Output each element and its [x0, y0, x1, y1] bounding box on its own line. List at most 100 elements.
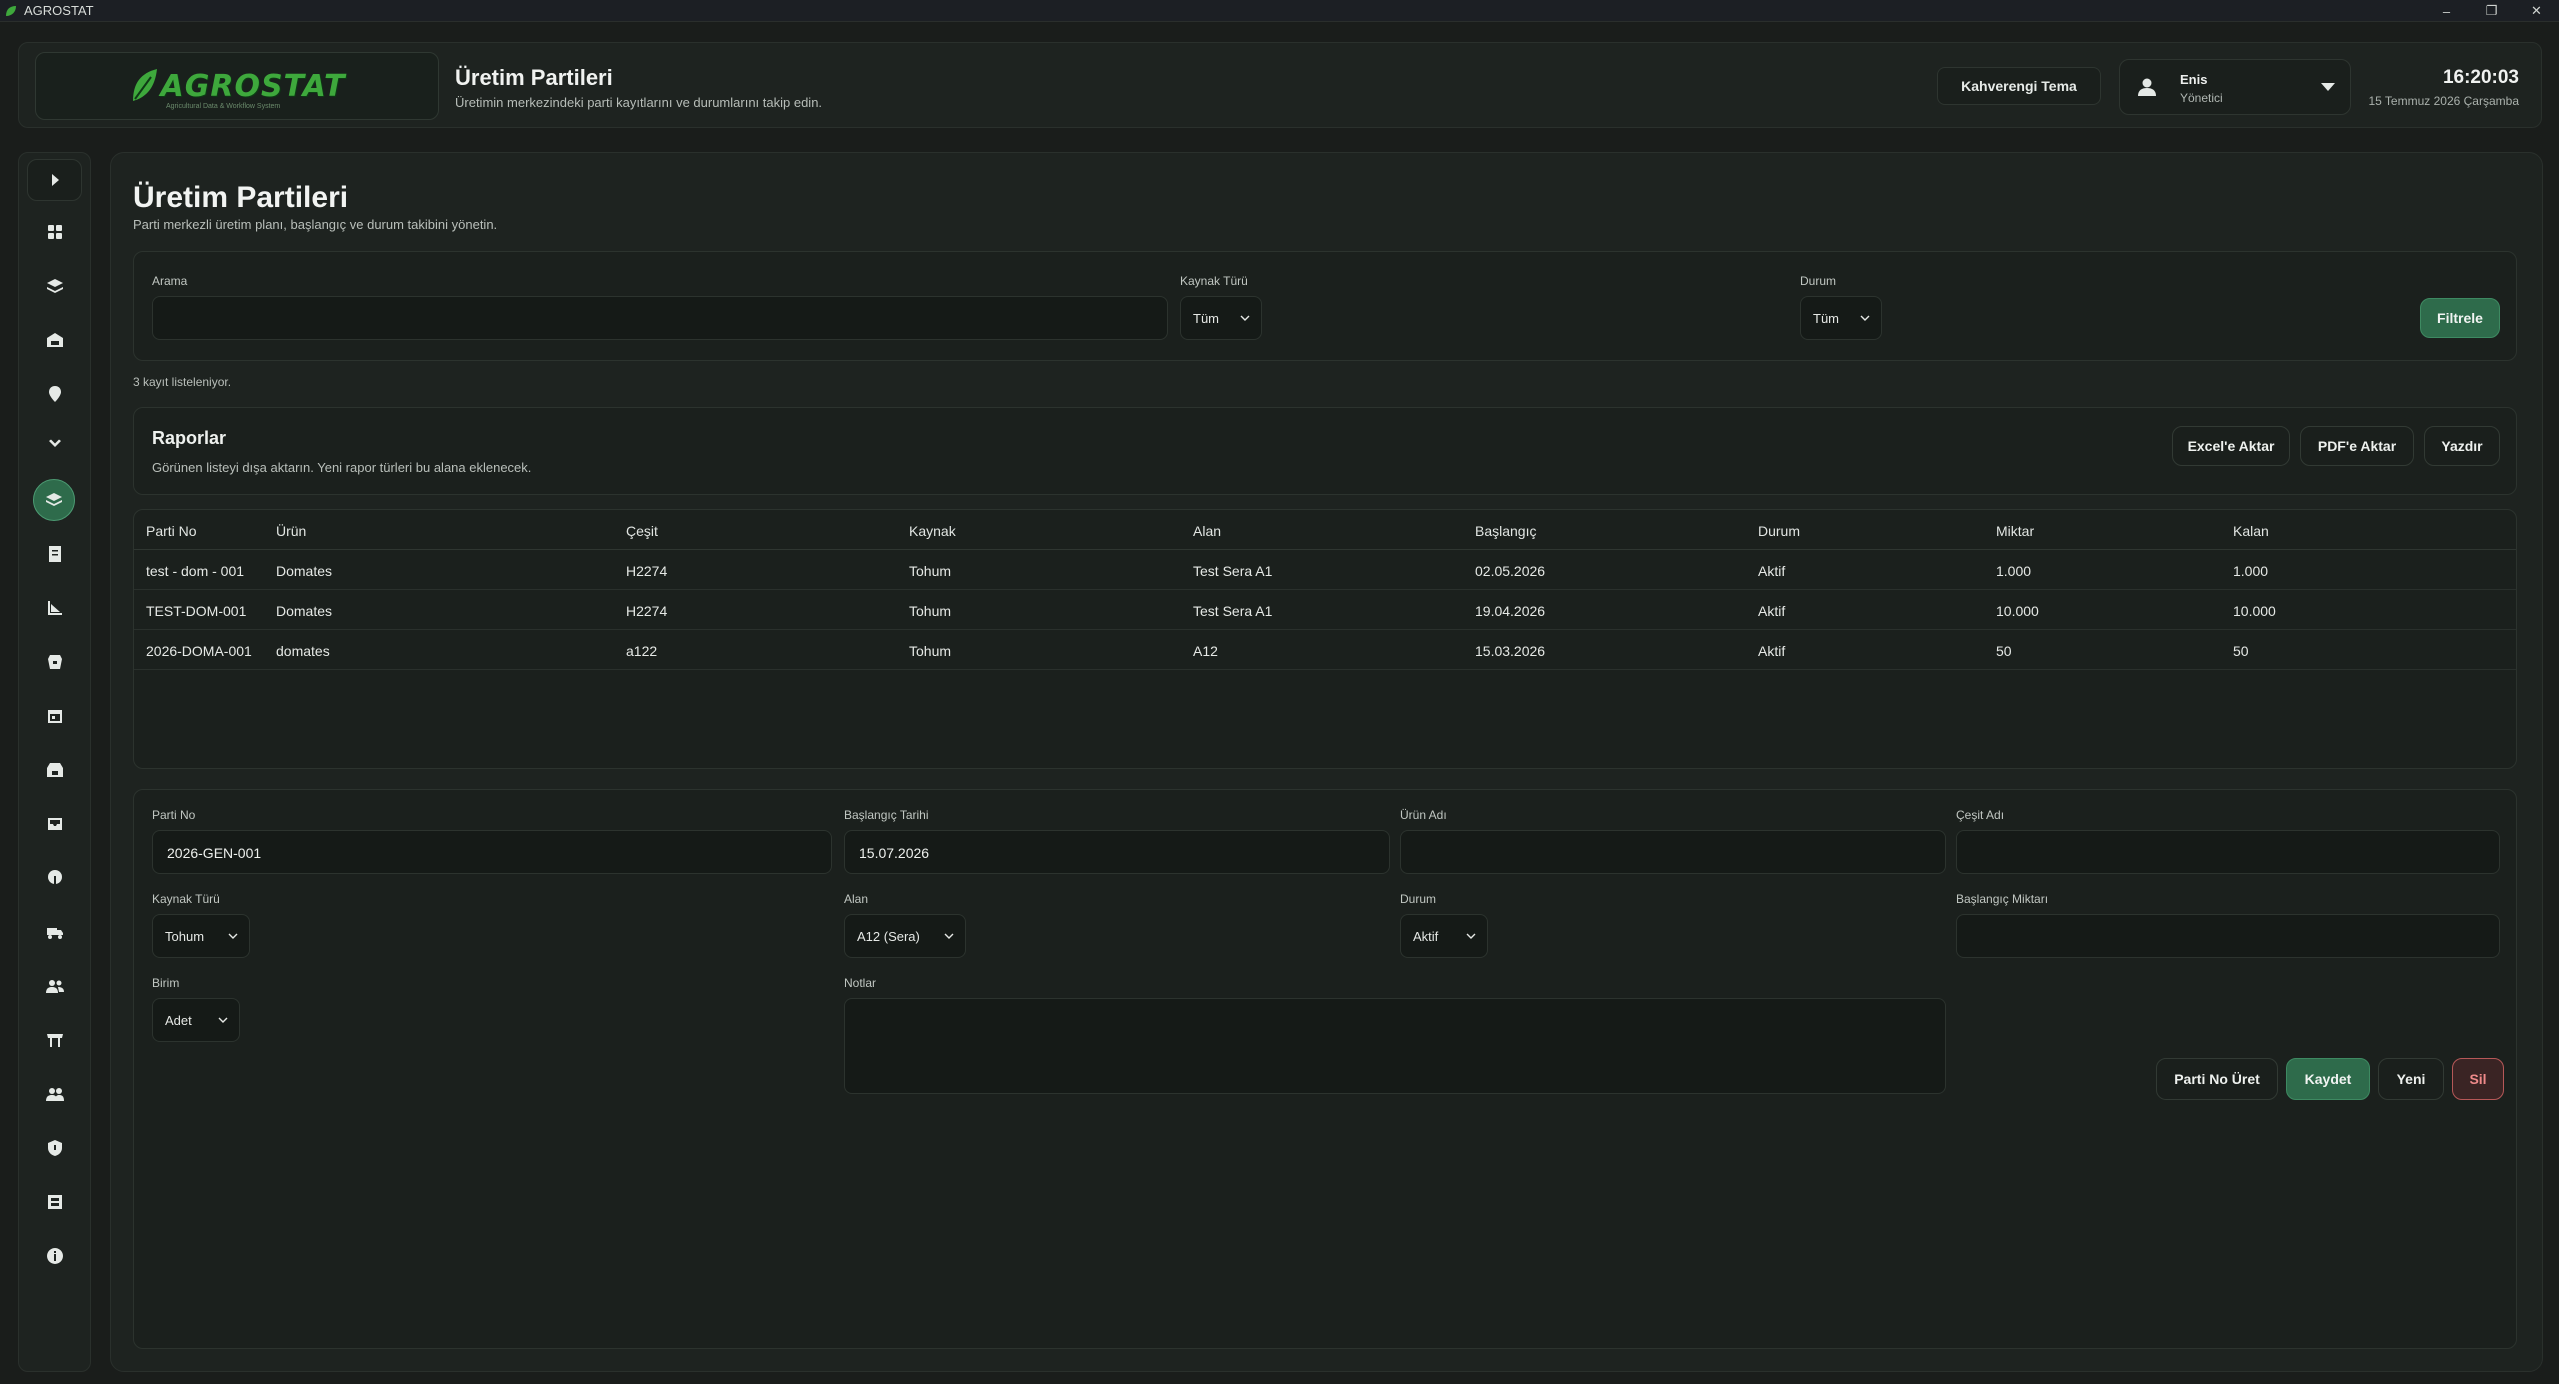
theme-toggle-button[interactable]: Kahverengi Tema — [1937, 67, 2101, 105]
sidebar-item-vehicle[interactable] — [27, 911, 82, 953]
form-status-select[interactable]: Aktif — [1400, 914, 1488, 958]
delete-button[interactable]: Sil — [2452, 1058, 2504, 1100]
page-title: Üretim Partileri — [455, 65, 613, 90]
info-icon — [46, 1248, 63, 1264]
column-header[interactable]: Çeşit — [626, 523, 658, 539]
column-header[interactable]: Başlangıç — [1475, 523, 1536, 539]
warehouse-icon — [46, 333, 63, 347]
close-button[interactable]: ✕ — [2514, 0, 2559, 22]
search-input[interactable] — [152, 296, 1168, 340]
main-panel: Üretim Partileri Parti merkezli üretim p… — [110, 152, 2543, 1372]
table-row[interactable]: test - dom - 001 Domates H2274 Tohum Tes… — [134, 550, 2516, 590]
table-row[interactable]: TEST-DOM-001 Domates H2274 Tohum Test Se… — [134, 590, 2516, 630]
sidebar-item-documents[interactable] — [27, 533, 82, 575]
column-header[interactable]: Ürün — [276, 523, 306, 539]
column-header[interactable]: Alan — [1193, 523, 1221, 539]
sidebar — [18, 152, 91, 1372]
sidebar-item-people[interactable] — [27, 965, 82, 1007]
area-label: Alan — [844, 892, 869, 906]
cell-product: domates — [276, 643, 330, 659]
reports-card: Raporlar Görünen listeyi dışa aktarın. Y… — [133, 407, 2517, 495]
generate-batch-no-button[interactable]: Parti No Üret — [2156, 1058, 2278, 1100]
sidebar-item-location[interactable] — [27, 373, 82, 415]
table-row[interactable]: 2026-DOMA-001 domates a122 Tohum A12 15.… — [134, 630, 2516, 670]
cell-product: Domates — [276, 603, 333, 619]
user-menu[interactable]: Enis Yönetici — [2119, 59, 2351, 115]
start-date-input[interactable]: 15.07.2026 — [844, 830, 1390, 874]
chevron-down-icon — [48, 439, 61, 447]
sidebar-item-expand[interactable] — [27, 423, 82, 465]
variety-name-input[interactable] — [1956, 830, 2500, 874]
sidebar-item-dashboard[interactable] — [27, 211, 82, 253]
batch-no-input[interactable]: 2026-GEN-001 — [152, 830, 832, 874]
clock-date: 15 Temmuz 2026 Çarşamba — [2368, 94, 2519, 108]
source-type-label: Kaynak Türü — [1180, 274, 1248, 288]
sidebar-item-layers[interactable] — [27, 265, 82, 307]
cell-variety: H2274 — [626, 603, 668, 619]
sidebar-item-archive[interactable] — [27, 1181, 82, 1223]
cell-batch-no: test - dom - 001 — [146, 563, 245, 579]
batch-no-label: Parti No — [152, 808, 196, 822]
sidebar-item-plant[interactable] — [27, 857, 82, 899]
cell-area: Test Sera A1 — [1193, 603, 1273, 619]
source-type-select[interactable]: Tüm — [1180, 296, 1262, 340]
cell-start-date: 02.05.2026 — [1475, 563, 1546, 579]
new-button[interactable]: Yeni — [2378, 1058, 2444, 1100]
sidebar-item-calendar[interactable] — [27, 695, 82, 737]
area-select[interactable]: A12 (Sera) — [844, 914, 966, 958]
cell-product: Domates — [276, 563, 333, 579]
product-name-input[interactable] — [1400, 830, 1946, 874]
cell-area: Test Sera A1 — [1193, 563, 1273, 579]
sidebar-toggle[interactable] — [27, 159, 82, 201]
batches-table: Parti No Ürün Çeşit Kaynak Alan Başlangı… — [133, 509, 2517, 769]
column-header[interactable]: Parti No — [146, 523, 197, 539]
filter-button[interactable]: Filtrele — [2420, 298, 2500, 338]
column-header[interactable]: Durum — [1758, 523, 1800, 539]
form-source-type-select[interactable]: Tohum — [152, 914, 250, 958]
column-header[interactable]: Kaynak — [909, 523, 956, 539]
export-excel-button[interactable]: Excel'e Aktar — [2172, 426, 2290, 466]
sidebar-item-charts[interactable] — [27, 587, 82, 629]
cell-remaining: 1.000 — [2233, 563, 2269, 579]
export-pdf-button[interactable]: PDF'e Aktar — [2300, 426, 2414, 466]
archive-icon — [47, 1195, 62, 1209]
sidebar-item-info[interactable] — [27, 1235, 82, 1277]
sprout-icon — [47, 870, 62, 885]
form-status-value: Aktif — [1413, 928, 1439, 944]
maximize-button[interactable]: ❐ — [2469, 0, 2514, 22]
document-icon — [48, 546, 61, 562]
chevron-down-icon — [1466, 933, 1476, 939]
cell-start-date: 15.03.2026 — [1475, 643, 1546, 659]
print-button[interactable]: Yazdır — [2424, 426, 2500, 466]
sidebar-item-warehouse[interactable] — [27, 319, 82, 361]
start-quantity-input[interactable] — [1956, 914, 2500, 958]
table-header: Parti No Ürün Çeşit Kaynak Alan Başlangı… — [134, 510, 2516, 550]
people-icon — [45, 980, 64, 993]
chevron-down-icon — [1240, 315, 1250, 321]
filter-card: Arama Kaynak Türü Tüm Durum Tüm Filtrele — [133, 251, 2517, 361]
status-select[interactable]: Tüm — [1800, 296, 1882, 340]
save-button[interactable]: Kaydet — [2286, 1058, 2370, 1100]
sidebar-item-security[interactable] — [27, 1127, 82, 1169]
column-header[interactable]: Miktar — [1996, 523, 2034, 539]
sidebar-item-cart[interactable] — [27, 1019, 82, 1061]
unit-label: Birim — [152, 976, 180, 990]
column-header[interactable]: Kalan — [2233, 523, 2269, 539]
area-value: A12 (Sera) — [857, 928, 920, 944]
cell-source: Tohum — [909, 643, 952, 659]
sidebar-item-production-batches[interactable] — [33, 479, 75, 521]
status-label: Durum — [1800, 274, 1837, 288]
form-source-type-label: Kaynak Türü — [152, 892, 220, 906]
sidebar-item-inbox[interactable] — [27, 803, 82, 845]
cell-area: A12 — [1193, 643, 1218, 659]
minimize-button[interactable]: – — [2424, 0, 2469, 22]
sidebar-item-store[interactable] — [27, 749, 82, 791]
sidebar-item-storage[interactable] — [27, 641, 82, 683]
cell-batch-no: 2026-DOMA-001 — [146, 643, 252, 659]
unit-select[interactable]: Adet — [152, 998, 240, 1042]
sidebar-item-team[interactable] — [27, 1073, 82, 1115]
record-count: 3 kayıt listeleniyor. — [133, 375, 232, 389]
notes-textarea[interactable] — [844, 998, 1946, 1094]
cell-remaining: 10.000 — [2233, 603, 2276, 619]
chart-icon — [47, 601, 62, 615]
